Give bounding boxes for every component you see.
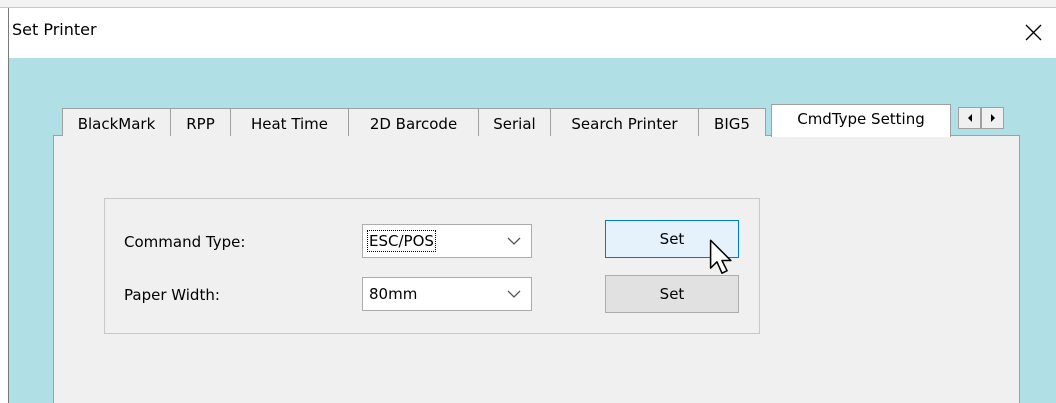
close-button[interactable]	[1010, 10, 1056, 54]
chevron-down-icon	[507, 237, 521, 245]
paper-width-label: Paper Width:	[124, 286, 220, 304]
set-printer-window: Set Printer BlackMark RPP Heat Time 2D B…	[0, 0, 1056, 403]
paper-width-dropdown[interactable]: 80mm	[362, 277, 532, 311]
tab-scroll-right-button[interactable]	[981, 107, 1004, 129]
command-settings-group	[104, 198, 760, 334]
tab-heat-time[interactable]: Heat Time	[230, 108, 348, 136]
tab-rpp[interactable]: RPP	[170, 108, 230, 136]
tab-serial[interactable]: Serial	[478, 108, 550, 136]
mouse-pointer-icon	[709, 239, 732, 274]
chevron-down-icon	[507, 290, 521, 298]
paper-width-value: 80mm	[369, 285, 418, 303]
tab-2d-barcode[interactable]: 2D Barcode	[348, 108, 478, 136]
tab-scroll-left-button[interactable]	[958, 107, 981, 129]
title-bar[interactable]: Set Printer	[9, 8, 1056, 58]
close-icon	[1025, 24, 1041, 40]
background-window-strip	[0, 0, 1056, 8]
command-type-value: ESC/POS	[367, 230, 436, 252]
command-type-label: Command Type:	[124, 233, 246, 251]
tab-scroll-control	[958, 107, 1004, 129]
set-paper-width-button[interactable]: Set	[605, 275, 739, 313]
tab-search-printer[interactable]: Search Printer	[550, 108, 698, 136]
tab-big5[interactable]: BIG5	[698, 108, 766, 136]
window-title: Set Printer	[12, 20, 97, 39]
tab-cmdtype-setting[interactable]: CmdType Setting	[771, 104, 951, 137]
arrow-right-icon	[990, 114, 995, 122]
command-type-dropdown[interactable]: ESC/POS	[362, 224, 532, 258]
tab-blackmark[interactable]: BlackMark	[62, 108, 170, 136]
arrow-left-icon	[967, 114, 972, 122]
